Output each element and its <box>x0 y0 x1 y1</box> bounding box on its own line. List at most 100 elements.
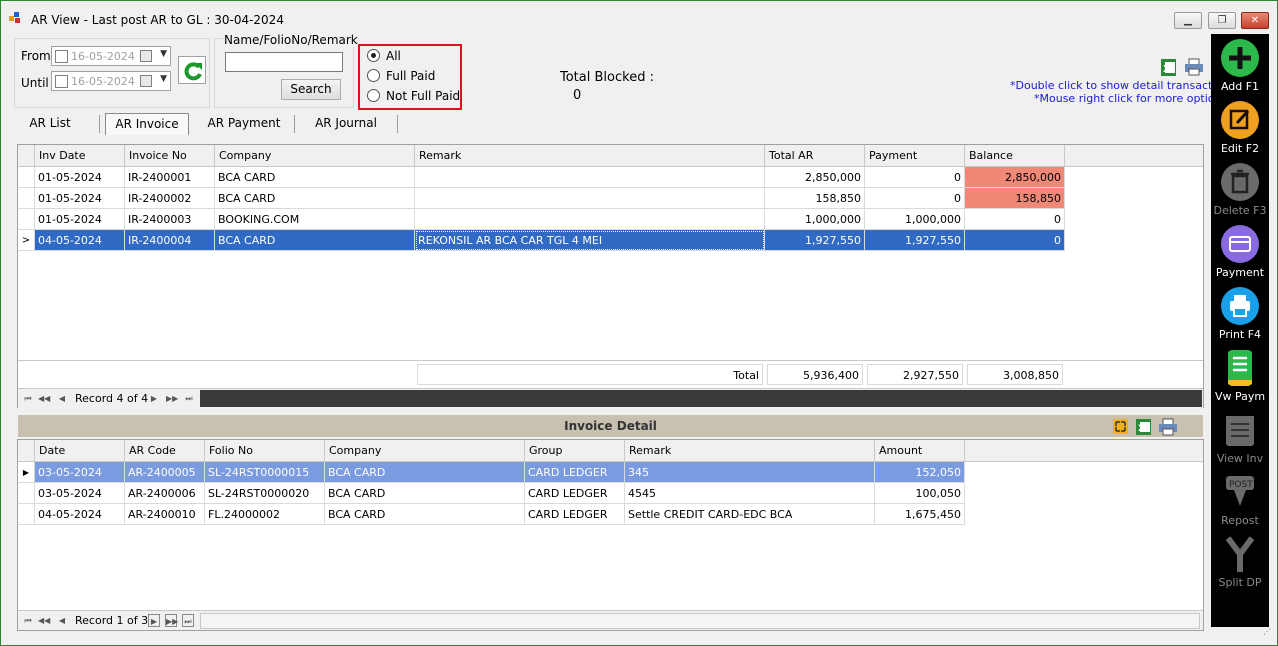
view-invoice-button[interactable]: View Inv <box>1211 408 1269 470</box>
radio-full-paid-label[interactable]: Full Paid <box>386 69 435 83</box>
col-balance[interactable]: Balance <box>965 145 1065 167</box>
col-inv-date[interactable]: Inv Date <box>35 145 125 167</box>
group-cell: CARD LEDGER <box>525 504 625 525</box>
detail-record-navigator: ⏮ ◀◀ ◀ Record 1 of 3 ▶ ▶▶ ⏭ <box>18 610 1203 630</box>
prev-page-icon[interactable]: ◀◀ <box>38 392 50 405</box>
tab-ar-journal[interactable]: AR Journal <box>309 113 383 135</box>
amount-cell: 100,050 <box>875 483 965 504</box>
company-cell: BCA CARD <box>325 462 525 483</box>
invoice-no-cell: IR-2400001 <box>125 167 215 188</box>
prev-record-icon[interactable]: ◀ <box>56 392 68 405</box>
payment-cell: 1,000,000 <box>865 209 965 230</box>
refresh-button[interactable] <box>178 56 206 84</box>
printer-icon[interactable] <box>1158 418 1178 436</box>
col-remark[interactable]: Remark <box>415 145 765 167</box>
edit-button-label: Edit F2 <box>1220 142 1260 155</box>
date-cell: 04-05-2024 <box>35 504 125 525</box>
split-icon <box>1225 536 1255 572</box>
next-page-icon[interactable]: ▶▶ <box>166 392 178 405</box>
resize-grip-icon[interactable]: ⋰ <box>1263 627 1271 636</box>
horizontal-scrollbar[interactable] <box>200 390 1202 407</box>
delete-button[interactable]: Delete F3 <box>1211 160 1269 222</box>
first-record-icon[interactable]: ⏮ <box>22 614 34 627</box>
search-input[interactable] <box>225 52 343 72</box>
add-button[interactable]: Add F1 <box>1211 36 1269 98</box>
search-button[interactable]: Search <box>281 79 341 100</box>
next-record-icon[interactable]: ▶ <box>148 392 160 405</box>
total-label: Total <box>417 364 763 385</box>
col-date[interactable]: Date <box>35 440 125 462</box>
minimize-button[interactable]: ▁ <box>1174 12 1202 29</box>
from-date-checkbox[interactable] <box>55 50 68 63</box>
radio-full-paid[interactable] <box>367 69 380 82</box>
company-cell: BCA CARD <box>215 167 415 188</box>
folio-no-cell: SL-24RST0000020 <box>205 483 325 504</box>
row-indicator <box>18 188 35 209</box>
restore-icon: ❐ <box>1217 15 1227 26</box>
col-company[interactable]: Company <box>215 145 415 167</box>
until-date-picker[interactable]: 16-05-2024 ▼ <box>51 71 171 91</box>
total-ar-cell: 1,927,550 <box>765 230 865 251</box>
date-cell: 03-05-2024 <box>35 462 125 483</box>
first-record-icon[interactable]: ⏮ <box>22 392 34 405</box>
row-indicator-header <box>18 145 35 167</box>
invoice-detail-grid[interactable]: Date AR Code Folio No Company Group Rema… <box>17 439 1204 631</box>
amount-cell: 1,675,450 <box>875 504 965 525</box>
inv-date-cell: 01-05-2024 <box>35 188 125 209</box>
expand-icon[interactable] <box>1113 419 1128 434</box>
radio-all[interactable] <box>367 49 380 62</box>
repost-button[interactable]: POST Repost <box>1211 470 1269 532</box>
col-ar-code[interactable]: AR Code <box>125 440 205 462</box>
remark-cell <box>415 209 765 230</box>
col-folio-no[interactable]: Folio No <box>205 440 325 462</box>
close-button[interactable]: ✕ <box>1241 12 1269 29</box>
print-button[interactable]: Print F4 <box>1211 284 1269 346</box>
app-icon <box>9 12 20 23</box>
view-payment-button-label: Vw Paym <box>1214 390 1266 403</box>
col-total-ar[interactable]: Total AR <box>765 145 865 167</box>
tab-ar-invoice[interactable]: AR Invoice <box>105 113 189 135</box>
tab-ar-payment[interactable]: AR Payment <box>205 113 283 135</box>
tab-ar-list[interactable]: AR List <box>23 113 77 135</box>
amount-cell: 152,050 <box>875 462 965 483</box>
from-date-picker[interactable]: 16-05-2024 ▼ <box>51 46 171 66</box>
next-record-icon[interactable]: ▶ <box>148 614 160 627</box>
detail-grid-header: Date AR Code Folio No Company Group Rema… <box>18 440 1203 462</box>
search-group-label: Name/FolioNo/Remark <box>223 33 359 47</box>
next-page-icon[interactable]: ▶▶ <box>165 614 178 627</box>
last-record-icon[interactable]: ⏭ <box>182 614 194 627</box>
payment-cell: 1,927,550 <box>865 230 965 251</box>
payment-icon <box>1221 225 1259 263</box>
split-dp-button[interactable]: Split DP <box>1211 532 1269 594</box>
col-remark[interactable]: Remark <box>625 440 875 462</box>
radio-not-full-paid[interactable] <box>367 89 380 102</box>
prev-page-icon[interactable]: ◀◀ <box>38 614 50 627</box>
invoice-grid[interactable]: Inv Date Invoice No Company Remark Total… <box>17 144 1204 408</box>
refresh-icon <box>184 62 202 81</box>
view-payment-button[interactable]: Vw Paym <box>1211 346 1269 408</box>
payment-button[interactable]: Payment <box>1211 222 1269 284</box>
col-company[interactable]: Company <box>325 440 525 462</box>
excel-export-icon[interactable]: X <box>1134 417 1154 436</box>
maximize-button[interactable]: ❐ <box>1208 12 1236 29</box>
until-date-checkbox[interactable] <box>55 75 68 88</box>
printer-icon[interactable] <box>1184 58 1204 76</box>
col-amount[interactable]: Amount <box>875 440 965 462</box>
invoice-detail-title: Invoice Detail <box>18 415 1203 437</box>
col-invoice-no[interactable]: Invoice No <box>125 145 215 167</box>
invoice-grid-header: Inv Date Invoice No Company Remark Total… <box>18 145 1203 167</box>
radio-all-label[interactable]: All <box>386 49 401 63</box>
row-indicator-header <box>18 440 35 462</box>
company-cell: BCA CARD <box>215 188 415 209</box>
horizontal-scrollbar[interactable] <box>200 613 1200 629</box>
last-record-icon[interactable]: ⏭ <box>183 392 195 405</box>
col-payment[interactable]: Payment <box>865 145 965 167</box>
radio-not-full-paid-label[interactable]: Not Full Paid <box>386 89 460 103</box>
title-bar: AR View - Last post AR to GL : 30-04-202… <box>1 1 1277 33</box>
edit-button[interactable]: Edit F2 <box>1211 98 1269 160</box>
col-group[interactable]: Group <box>525 440 625 462</box>
prev-record-icon[interactable]: ◀ <box>56 614 68 627</box>
until-date-value: 16-05-2024 <box>71 75 135 88</box>
tab-separator <box>99 115 100 133</box>
excel-export-icon[interactable]: X <box>1159 57 1179 77</box>
